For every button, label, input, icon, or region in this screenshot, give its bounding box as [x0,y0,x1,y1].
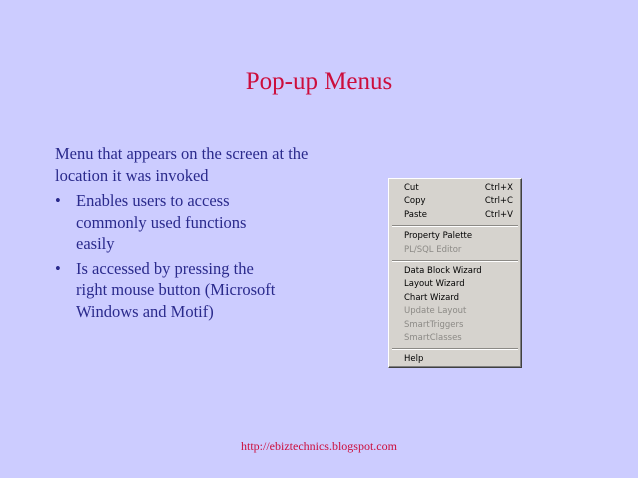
menu-item-plsql-editor: PL/SQL Editor [389,244,521,257]
menu-item-data-block-wizard[interactable]: Data Block Wizard [389,265,521,278]
menu-item-shortcut: Ctrl+V [484,209,513,220]
menu-item-label: SmartClasses [404,332,462,343]
bullet-item: • Is accessed by pressing the right mous… [55,258,285,323]
menu-item-help[interactable]: Help [389,353,521,366]
menu-item-label: Paste [404,209,427,220]
menu-item-label: Copy [404,196,426,207]
menu-item-label: Chart Wizard [404,292,460,303]
menu-item-label: Update Layout [404,306,467,317]
menu-item-label: SmartTriggers [404,319,464,330]
bullet-text: Is accessed by pressing the right mouse … [76,258,276,321]
menu-item-update-layout: Update Layout [389,305,521,318]
menu-separator [392,348,518,351]
menu-item-property-palette[interactable]: Property Palette [389,230,521,243]
menu-item-label: Property Palette [404,231,473,242]
menu-item-chart-wizard[interactable]: Chart Wizard [389,292,521,305]
menu-item-label: Data Block Wizard [404,265,482,276]
menu-item-shortcut: Ctrl+X [484,183,513,193]
bullet-list: • Enables users to access commonly used … [55,190,285,325]
bullet-text: Enables users to access commonly used fu… [76,191,247,253]
menu-item-label: Cut [404,183,419,193]
bullet-marker: • [55,191,61,210]
menu-item-copy[interactable]: Copy Ctrl+C [389,195,521,208]
menu-item-label: Help [404,354,424,365]
menu-item-shortcut: Ctrl+C [484,196,513,207]
slide-title: Pop-up Menus [245,68,393,95]
bullet-marker: • [55,258,61,278]
menu-separator [392,225,518,228]
menu-item-smart-triggers: SmartTriggers [389,319,521,332]
footer-url: http://ebiztechnics.blogspot.com [241,439,397,453]
menu-separator [392,259,518,262]
menu-item-layout-wizard[interactable]: Layout Wizard [389,278,521,291]
menu-item-paste[interactable]: Paste Ctrl+V [389,209,521,222]
intro-text: Menu that appears on the screen at the l… [55,144,309,185]
menu-item-label: PL/SQL Editor [404,244,462,255]
menu-item-smart-classes: SmartClasses [389,332,521,345]
menu-item-cut[interactable]: Cut Ctrl+X [389,182,521,195]
popup-menu: Cut Ctrl+X Copy Ctrl+C Paste Ctrl+V Prop… [388,178,522,368]
bullet-item: • Enables users to access commonly used … [55,190,285,255]
menu-item-label: Layout Wizard [404,279,465,290]
